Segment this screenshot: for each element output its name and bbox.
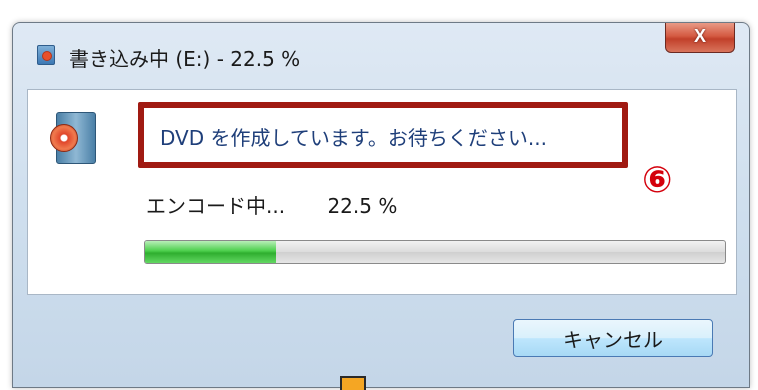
burning-dialog-window: 書き込み中 (E:) - 22.5 % X DVD を作成しています。お待ちくだ… [12, 22, 750, 388]
progress-percent: 22.5 % [327, 194, 398, 218]
progress-status: エンコード中... 22.5 % [146, 190, 397, 219]
progress-bar [144, 240, 726, 264]
window-title: 書き込み中 (E:) - 22.5 % [69, 47, 301, 71]
annotation-step-marker: ⑥ [642, 160, 673, 201]
highlight-annotation-box [138, 102, 628, 168]
disc-icon [50, 108, 100, 166]
dialog-content: DVD を作成しています。お待ちください... ⑥ エンコード中... 22.5… [27, 89, 737, 295]
encoding-label: エンコード中... [146, 194, 286, 218]
cancel-button[interactable]: キャンセル [513, 319, 713, 357]
progress-bar-fill [145, 241, 276, 263]
close-button[interactable]: X [665, 23, 735, 53]
close-icon: X [693, 26, 706, 46]
title-bar[interactable]: 書き込み中 (E:) - 22.5 % X [13, 23, 749, 85]
annotation-arrow-stub [340, 376, 366, 390]
dvd-burner-icon [37, 45, 55, 65]
disc-shape [50, 124, 78, 152]
